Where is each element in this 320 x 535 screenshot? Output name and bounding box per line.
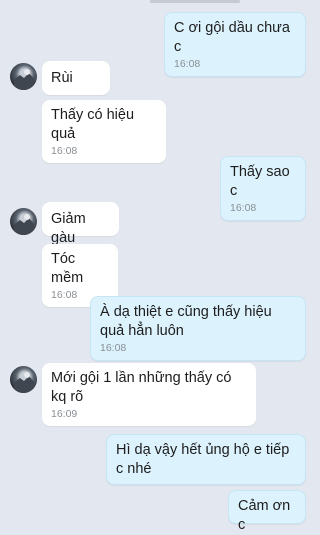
message-bubble-outgoing[interactable]: C ơi gội dầu chưa c 16:08 [164,12,306,77]
message-bubble-outgoing[interactable]: Cảm ơn c [228,490,306,533]
message-time: 16:08 [230,202,257,214]
message-time: 16:08 [174,58,201,70]
contact-avatar-icon[interactable] [10,208,37,235]
message-time: 16:08 [100,342,127,354]
message-text: Thấy có hiệu quả [51,107,135,142]
message-text: Mới gội 1 lần những thấy có kq rõ [51,370,232,405]
message-text: Tóc mềm [51,251,84,286]
message-time: 16:08 [51,145,78,157]
message-time: 16:09 [51,408,78,420]
message-bubble-outgoing[interactable]: Thấy sao c 16:08 [220,156,306,221]
message-bubble-incoming[interactable]: Mới gội 1 lần những thấy có kq rõ 16:09 [42,363,256,426]
message-text: À dạ thiệt e cũng thấy hiệu quả hẳn luôn [100,304,272,339]
message-bubble-incoming[interactable]: Thấy có hiệu quả 16:08 [42,100,166,163]
scroll-indicator [150,0,240,3]
message-text: Cảm ơn c [238,498,291,533]
message-text: Rùi [51,70,73,86]
message-text: Hì dạ vậy hết ủng hộ e tiếp c nhé [116,442,290,477]
message-bubble-outgoing[interactable]: Hì dạ vậy hết ủng hộ e tiếp c nhé [106,434,306,485]
contact-avatar-icon[interactable] [10,63,37,90]
contact-avatar-icon[interactable] [10,366,37,393]
message-bubble-incoming[interactable]: Rùi [42,61,110,95]
message-bubble-outgoing[interactable]: À dạ thiệt e cũng thấy hiệu quả hẳn luôn… [90,296,306,361]
message-text: Thấy sao c [230,164,290,199]
message-text: Giảm gàu [51,211,86,246]
message-bubble-incoming[interactable]: Giảm gàu [42,202,119,246]
message-text: C ơi gội dầu chưa c [174,20,290,55]
chat-thread: C ơi gội dầu chưa c 16:08 Rùi Thấy có hi… [0,0,320,533]
